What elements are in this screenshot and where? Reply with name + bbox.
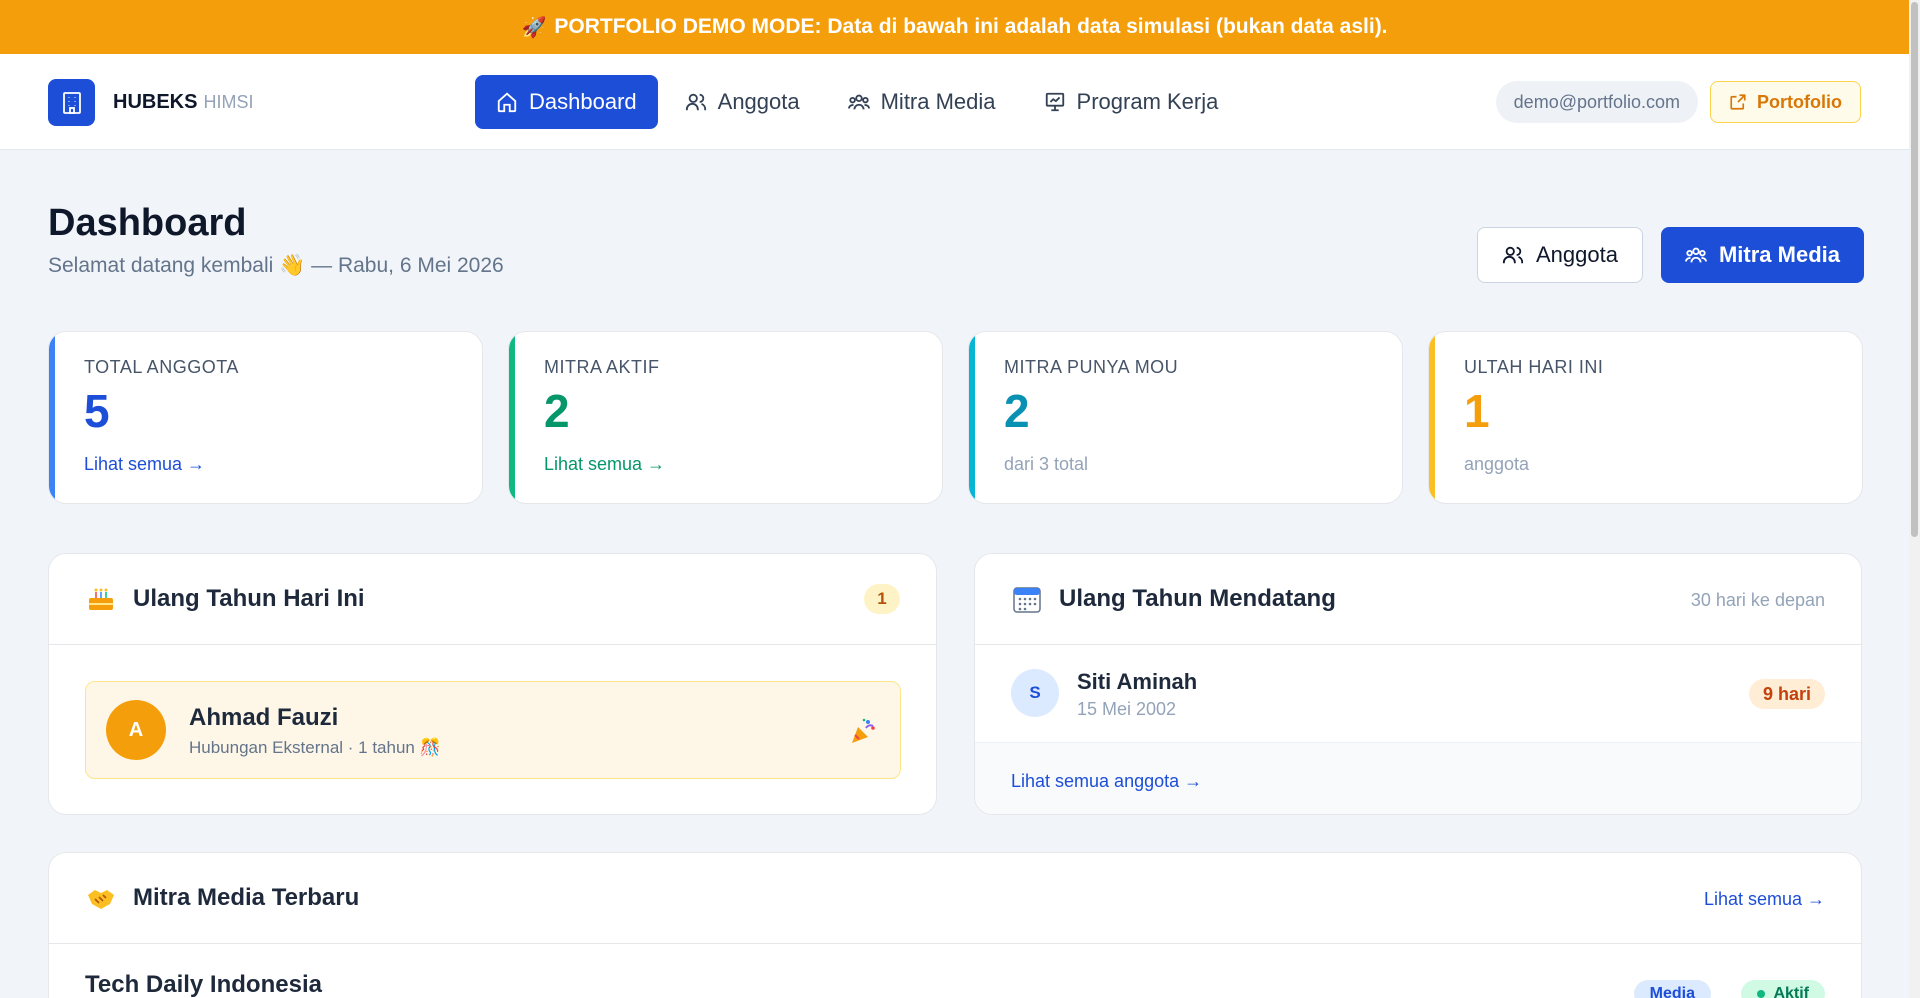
users-icon	[685, 93, 706, 111]
nav-program-kerja-label: Program Kerja	[1076, 89, 1219, 114]
cake-icon	[85, 583, 117, 615]
status-dot-icon	[1757, 990, 1766, 998]
page-subtitle: Selamat datang kembali 👋 — Rabu, 6 Mei 2…	[48, 254, 504, 277]
building-icon	[48, 79, 95, 126]
card-title: Ulang Tahun Hari Ini	[133, 585, 365, 612]
nav-dashboard[interactable]: Dashboard	[475, 75, 658, 129]
stats-row: TOTAL ANGGOTA 5 Lihat semua → MITRA AKTI…	[48, 331, 1888, 504]
page-title: Dashboard	[48, 202, 247, 244]
stat-link[interactable]: Lihat semua →	[84, 454, 482, 475]
stat-mitra-mou: MITRA PUNYA MOU 2 dari 3 total	[968, 331, 1403, 504]
brand-name: HUBEKS	[113, 91, 198, 113]
party-popper-icon	[848, 716, 878, 751]
avatar: S	[1011, 669, 1059, 717]
mitra-status-badge: Aktif	[1741, 980, 1825, 998]
group-icon	[1684, 247, 1707, 263]
see-all-mitra-link[interactable]: Lihat semua →	[1704, 889, 1825, 910]
scrollbar-thumb[interactable]	[1911, 2, 1918, 537]
nav-dashboard-label: Dashboard	[529, 89, 637, 114]
stat-mitra-aktif: MITRA AKTIF 2 Lihat semua →	[508, 331, 943, 504]
card-header: Ulang Tahun Hari Ini 1	[49, 554, 936, 645]
card-header: Ulang Tahun Mendatang 30 hari ke depan	[975, 554, 1861, 645]
main-nav: Dashboard Anggota Mitra Media Program Ke…	[475, 75, 1245, 129]
nav-program-kerja[interactable]: Program Kerja	[1023, 75, 1240, 129]
demo-mode-banner: 🚀 PORTFOLIO DEMO MODE: Data di bawah ini…	[0, 0, 1909, 54]
count-badge: 1	[864, 584, 900, 614]
users-icon	[1502, 246, 1524, 264]
stat-link[interactable]: Lihat semua →	[544, 454, 942, 475]
stat-value: 2	[544, 385, 570, 437]
handshake-icon	[85, 882, 117, 914]
card-title: Mitra Media Terbaru	[133, 884, 360, 911]
range-hint: 30 hari ke depan	[1690, 590, 1825, 610]
card-footer: Lihat semua anggota →	[975, 742, 1861, 814]
external-link-icon	[1730, 94, 1746, 110]
brand-subtitle: HIMSI	[203, 92, 254, 112]
card-header: Mitra Media Terbaru Lihat semua →	[49, 853, 1861, 944]
portfolio-label: Portofolio	[1757, 91, 1842, 112]
see-all-members-link[interactable]: Lihat semua anggota →	[1011, 771, 1202, 792]
calendar-icon	[1011, 583, 1043, 615]
stat-value: 5	[84, 385, 110, 437]
stat-total-anggota: TOTAL ANGGOTA 5 Lihat semua →	[48, 331, 483, 504]
top-navbar: HUBEKS HIMSI Dashboard Anggota Mitra Med…	[0, 54, 1909, 150]
birthday-upcoming-card: Ulang Tahun Mendatang 30 hari ke depan S…	[974, 553, 1862, 815]
portfolio-button[interactable]: Portofolio	[1710, 81, 1861, 123]
banner-text: PORTFOLIO DEMO MODE: Data di bawah ini a…	[554, 15, 1388, 38]
stat-value: 1	[1464, 385, 1490, 437]
mitra-type-badge: Media	[1633, 980, 1711, 998]
stat-note: dari 3 total	[1004, 454, 1089, 474]
anggota-button-label: Anggota	[1536, 242, 1618, 267]
mitra-recent-card: Mitra Media Terbaru Lihat semua → Tech D…	[48, 852, 1862, 998]
stat-value: 2	[1004, 385, 1030, 437]
stat-label: ULTAH HARI INI	[1464, 357, 1604, 377]
presentation-icon	[1045, 92, 1064, 112]
nav-anggota-label: Anggota	[717, 89, 800, 114]
stat-label: MITRA AKTIF	[544, 357, 660, 377]
anggota-button[interactable]: Anggota	[1477, 227, 1643, 283]
header-actions: Anggota Mitra Media	[1477, 227, 1864, 283]
group-icon	[847, 94, 870, 110]
member-birthdate: 15 Mei 2002	[1077, 699, 1177, 719]
birthday-item[interactable]: A Ahmad Fauzi Hubungan Eksternal · 1 tah…	[85, 681, 901, 779]
card-title: Ulang Tahun Mendatang	[1059, 585, 1336, 612]
member-name: Ahmad Fauzi	[189, 704, 339, 731]
nav-right: demo@portfolio.com Portofolio	[1495, 81, 1861, 123]
member-meta: Hubungan Eksternal · 1 tahun 🎊	[189, 738, 441, 757]
mitra-media-button-label: Mitra Media	[1718, 242, 1840, 267]
mitra-status-label: Aktif	[1773, 985, 1809, 998]
page-scrollbar[interactable]	[1909, 0, 1920, 998]
avatar: A	[106, 700, 166, 760]
nav-mitra-media[interactable]: Mitra Media	[827, 75, 1017, 129]
days-badge: 9 hari	[1748, 679, 1825, 709]
stat-label: MITRA PUNYA MOU	[1004, 357, 1179, 377]
mitra-name[interactable]: Tech Daily Indonesia	[85, 971, 322, 998]
nav-mitra-media-label: Mitra Media	[880, 89, 996, 114]
stat-note: anggota	[1464, 454, 1530, 474]
nav-anggota[interactable]: Anggota	[664, 75, 821, 129]
home-icon	[497, 92, 517, 113]
upcoming-item[interactable]: S Siti Aminah 15 Mei 2002 9 hari	[975, 645, 1861, 742]
member-name: Siti Aminah	[1077, 669, 1198, 694]
mitra-media-button[interactable]: Mitra Media	[1660, 227, 1864, 283]
stat-ultah-hari-ini: ULTAH HARI INI 1 anggota	[1428, 331, 1863, 504]
rocket-icon: 🚀	[521, 16, 547, 39]
birthday-today-card: Ulang Tahun Hari Ini 1 A Ahmad Fauzi Hub…	[48, 553, 937, 815]
stat-label: TOTAL ANGGOTA	[84, 357, 239, 377]
user-email: demo@portfolio.com	[1495, 81, 1699, 123]
brand[interactable]: HUBEKS HIMSI	[48, 79, 253, 126]
